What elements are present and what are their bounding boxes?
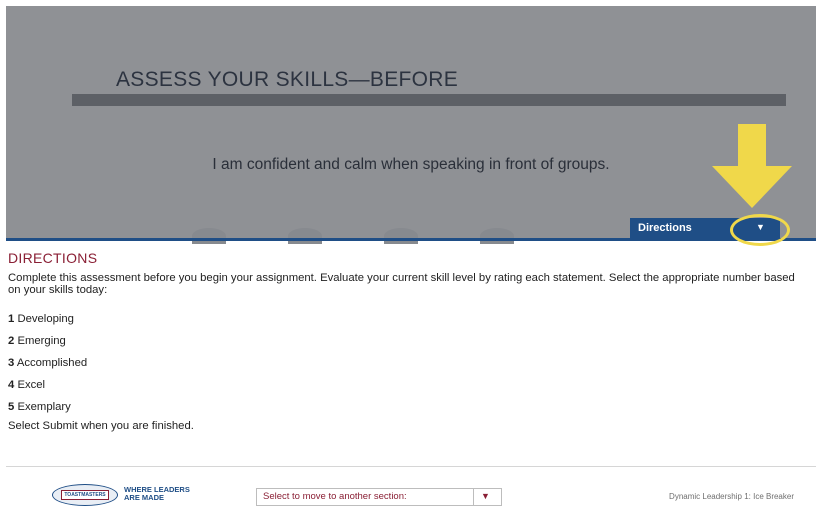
rating-option-shape	[192, 228, 226, 244]
divider	[6, 238, 816, 241]
assessment-statement: I am confident and calm when speaking in…	[212, 156, 610, 173]
yellow-arrow-annotation-icon	[712, 124, 792, 208]
assessment-page: ASSESS YOUR SKILLS—BEFORE I am confident…	[0, 0, 822, 522]
directions-heading: DIRECTIONS	[8, 250, 98, 266]
tagline-line: ARE MADE	[124, 493, 165, 502]
path-project-name: Dynamic Leadership 1: Ice Breaker	[669, 492, 794, 501]
section-select-label: Select to move to another section:	[263, 491, 407, 502]
select-divider	[473, 489, 474, 505]
logo-wordmark: TOASTMASTERS	[61, 490, 109, 500]
list-item: 4 Excel	[8, 379, 46, 391]
rating-option-shape	[288, 228, 322, 244]
tagline: WHERE LEADERS ARE MADE	[124, 486, 214, 502]
finish-instruction: Select Submit when you are finished.	[8, 420, 194, 432]
directions-text: Complete this assessment before you begi…	[8, 272, 795, 296]
section-navigation-select[interactable]: Select to move to another section: ▼	[256, 488, 502, 506]
directions-dropdown-label: Directions	[638, 222, 692, 234]
list-item: 3 Accomplished	[8, 357, 88, 369]
toastmasters-logo: TOASTMASTERS	[52, 484, 118, 506]
page-title: ASSESS YOUR SKILLS—BEFORE	[116, 68, 459, 91]
chevron-down-icon[interactable]: ▼	[481, 491, 490, 501]
list-item: 2 Emerging	[8, 335, 66, 347]
rating-option-shape	[384, 228, 418, 244]
list-item: 1 Developing	[8, 313, 74, 325]
rating-option-shape	[480, 228, 514, 244]
skill-level-list: 1 Developing 2 Emerging 3 Accomplished 4…	[8, 312, 87, 422]
footer-divider	[6, 466, 816, 467]
title-underline-bar	[72, 94, 786, 106]
highlight-circle-annotation	[730, 214, 790, 246]
list-item: 5 Exemplary	[8, 401, 71, 413]
assessment-preview-panel: ASSESS YOUR SKILLS—BEFORE I am confident…	[6, 6, 816, 244]
